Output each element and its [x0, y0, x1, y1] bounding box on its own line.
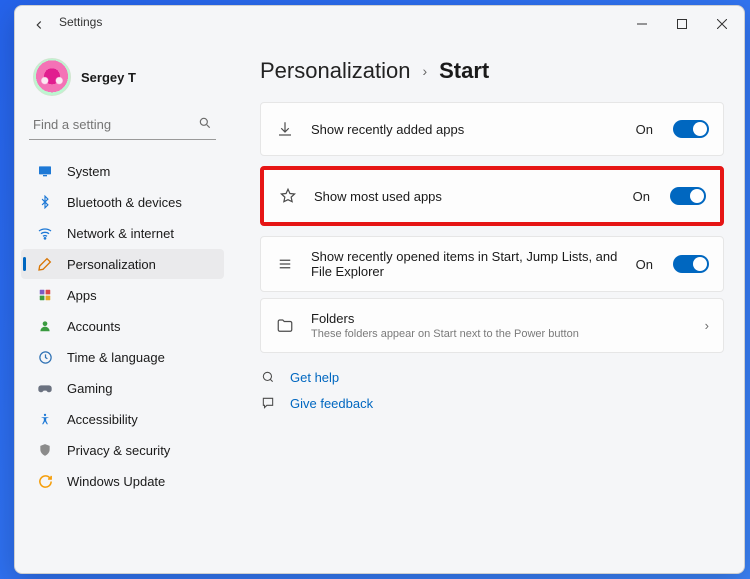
sidebar-item-label: Time & language — [67, 350, 165, 365]
access-icon — [37, 411, 53, 427]
setting-label: Show recently opened items in Start, Jum… — [311, 249, 620, 279]
star-icon — [278, 186, 298, 206]
setting-row-0: Show recently added apps On — [260, 102, 724, 156]
sidebar-item-label: Apps — [67, 288, 97, 303]
back-button[interactable] — [29, 15, 49, 35]
sidebar-item-personalization[interactable]: Personalization — [21, 249, 224, 279]
breadcrumb-current: Start — [439, 58, 489, 84]
maximize-button[interactable] — [662, 10, 702, 38]
setting-label: Show most used apps — [314, 189, 617, 204]
toggle-state-text: On — [633, 189, 650, 204]
toggle-state-text: On — [636, 122, 653, 137]
sidebar-item-accounts[interactable]: Accounts — [21, 311, 224, 341]
get-help-text[interactable]: Get help — [290, 370, 339, 385]
sidebar-item-gaming[interactable]: Gaming — [21, 373, 224, 403]
sidebar-item-label: Accessibility — [67, 412, 138, 427]
search-icon — [198, 116, 212, 133]
toggle-switch[interactable] — [670, 187, 706, 205]
display-icon — [37, 163, 53, 179]
avatar — [33, 58, 71, 96]
clock-icon — [37, 349, 53, 365]
sidebar-item-apps[interactable]: Apps — [21, 280, 224, 310]
main-content: Personalization › Start Show recently ad… — [230, 42, 744, 573]
folders-label: Folders — [311, 311, 689, 326]
titlebar: Settings — [15, 6, 744, 42]
minimize-button[interactable] — [622, 10, 662, 38]
sidebar-item-bluetooth-devices[interactable]: Bluetooth & devices — [21, 187, 224, 217]
sidebar-item-system[interactable]: System — [21, 156, 224, 186]
sidebar-item-label: Bluetooth & devices — [67, 195, 182, 210]
folder-icon — [275, 316, 295, 336]
get-help-link[interactable]: Get help — [260, 369, 724, 385]
give-feedback-text[interactable]: Give feedback — [290, 396, 373, 411]
toggle-switch[interactable] — [673, 120, 709, 138]
sidebar-item-label: Accounts — [67, 319, 120, 334]
settings-window: Settings Sergey T System Bluetooth & devi… — [14, 5, 745, 574]
window-title: Settings — [59, 15, 102, 29]
sidebar-item-label: Gaming — [67, 381, 113, 396]
toggle-state-text: On — [636, 257, 653, 272]
game-icon — [37, 380, 53, 396]
update-icon — [37, 473, 53, 489]
sidebar-item-windows-update[interactable]: Windows Update — [21, 466, 224, 496]
support-links: Get help Give feedback — [260, 369, 724, 411]
search-input[interactable] — [33, 117, 183, 132]
setting-row-1: Show most used apps On — [260, 166, 724, 226]
toggle-switch[interactable] — [673, 255, 709, 273]
give-feedback-link[interactable]: Give feedback — [260, 395, 724, 411]
folders-row[interactable]: Folders These folders appear on Start ne… — [260, 298, 724, 353]
sidebar: Sergey T System Bluetooth & devices Networ… — [15, 42, 230, 573]
breadcrumb-parent[interactable]: Personalization — [260, 58, 410, 84]
search-box[interactable] — [29, 110, 216, 140]
sidebar-item-time-language[interactable]: Time & language — [21, 342, 224, 372]
sidebar-item-label: Personalization — [67, 257, 156, 272]
help-icon — [260, 369, 276, 385]
sidebar-item-label: Network & internet — [67, 226, 174, 241]
sidebar-item-privacy-security[interactable]: Privacy & security — [21, 435, 224, 465]
shield-icon — [37, 442, 53, 458]
sidebar-item-label: Privacy & security — [67, 443, 170, 458]
sidebar-item-label: Windows Update — [67, 474, 165, 489]
nav-list: System Bluetooth & devices Network & inter… — [15, 156, 230, 496]
apps-icon — [37, 287, 53, 303]
breadcrumb: Personalization › Start — [260, 58, 724, 84]
brush-icon — [37, 256, 53, 272]
bluetooth-icon — [37, 194, 53, 210]
list-icon — [275, 254, 295, 274]
close-button[interactable] — [702, 10, 742, 38]
folders-sublabel: These folders appear on Start next to th… — [311, 328, 689, 340]
sidebar-item-label: System — [67, 164, 110, 179]
chevron-right-icon: › — [705, 318, 709, 333]
wifi-icon — [37, 225, 53, 241]
user-name: Sergey T — [81, 70, 136, 85]
sidebar-item-network-internet[interactable]: Network & internet — [21, 218, 224, 248]
setting-row-2: Show recently opened items in Start, Jum… — [260, 236, 724, 292]
chevron-right-icon: › — [422, 63, 427, 79]
sidebar-item-accessibility[interactable]: Accessibility — [21, 404, 224, 434]
setting-label: Show recently added apps — [311, 122, 620, 137]
download-icon — [275, 119, 295, 139]
folders-label-block: Folders These folders appear on Start ne… — [311, 311, 689, 340]
person-icon — [37, 318, 53, 334]
feedback-icon — [260, 395, 276, 411]
user-profile[interactable]: Sergey T — [15, 48, 230, 110]
